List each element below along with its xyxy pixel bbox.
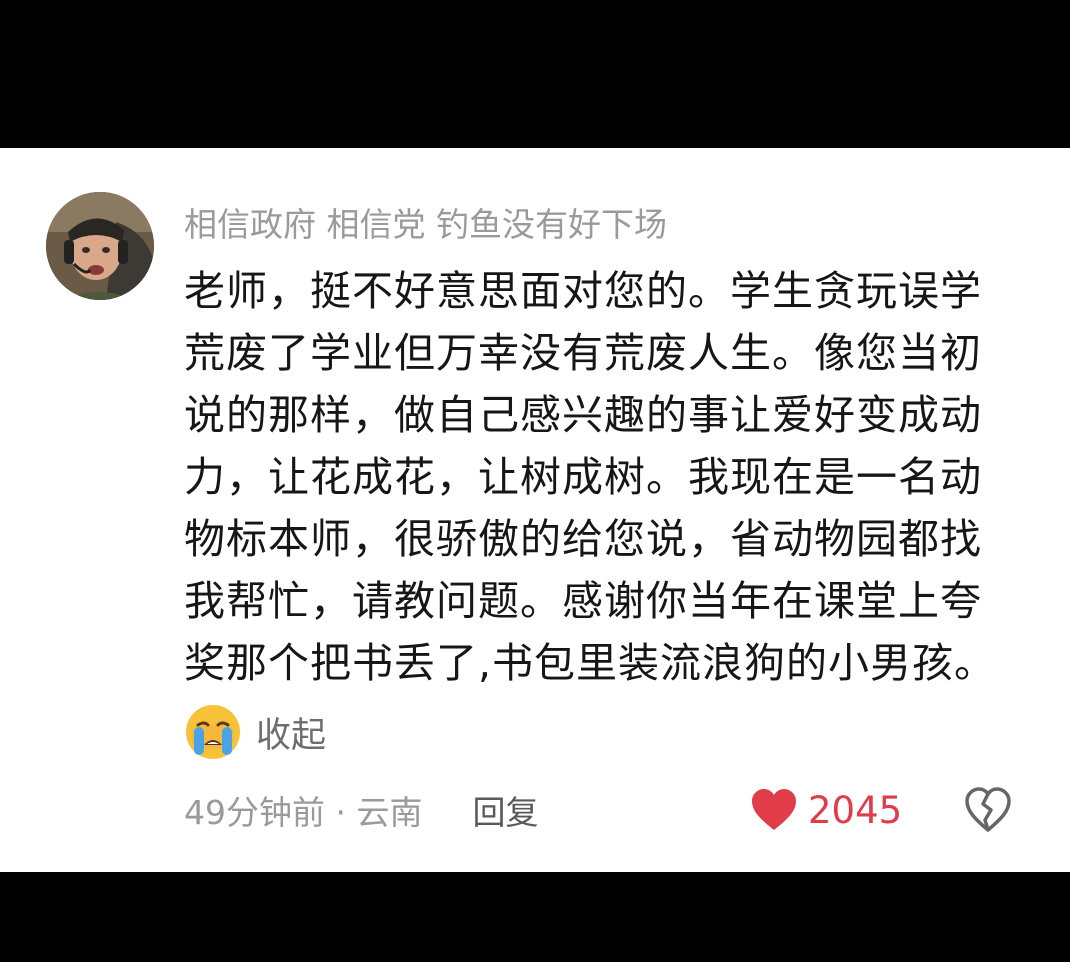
top-black-bar bbox=[0, 0, 1070, 148]
broken-heart-icon[interactable] bbox=[964, 786, 1012, 834]
like-count: 2045 bbox=[808, 788, 903, 832]
comment-username[interactable]: 相信政府 相信党 钓鱼没有好下场 bbox=[184, 198, 667, 246]
avatar-photo bbox=[46, 192, 154, 300]
like-button[interactable]: 2045 bbox=[750, 784, 902, 836]
comment-body-line: 奖那个把书丢了,书包里装流浪狗的小男孩。 bbox=[184, 639, 997, 687]
comment-body-line: 力，让花成花，让树成树。我现在是一名动 bbox=[184, 453, 982, 501]
comment-body-line: 物标本师，很骄傲的给您说，省动物园都找 bbox=[184, 515, 982, 563]
time-location: 49分钟前 · 云南 bbox=[184, 793, 423, 832]
reply-button[interactable]: 回复 bbox=[472, 786, 538, 834]
collapse-label: 收起 bbox=[256, 715, 327, 756]
collapse-button[interactable]: 收起 bbox=[184, 704, 326, 760]
bottom-black-bar bbox=[0, 872, 1070, 962]
crying-face-icon bbox=[186, 705, 240, 759]
comment-card: 相信政府 相信党 钓鱼没有好下场 老师，挺不好意思面对您的。学生贪玩误学 荒废了… bbox=[0, 148, 1070, 872]
comment-body-line: 老师，挺不好意思面对您的。学生贪玩误学 bbox=[184, 267, 982, 315]
heart-icon bbox=[752, 789, 796, 830]
comment-body-line: 说的那样，做自己感兴趣的事让爱好变成动 bbox=[184, 391, 982, 439]
comment-body: 老师，挺不好意思面对您的。学生贪玩误学 荒废了学业但万幸没有荒废人生。像您当初 … bbox=[184, 260, 1034, 694]
comment-body-line: 荒废了学业但万幸没有荒废人生。像您当初 bbox=[184, 329, 982, 377]
comment-meta: 49分钟前 · 云南 回复 2045 bbox=[184, 784, 1014, 836]
comment-body-line: 我帮忙，请教问题。感谢你当年在课堂上夸 bbox=[184, 577, 982, 625]
avatar[interactable] bbox=[46, 192, 154, 300]
